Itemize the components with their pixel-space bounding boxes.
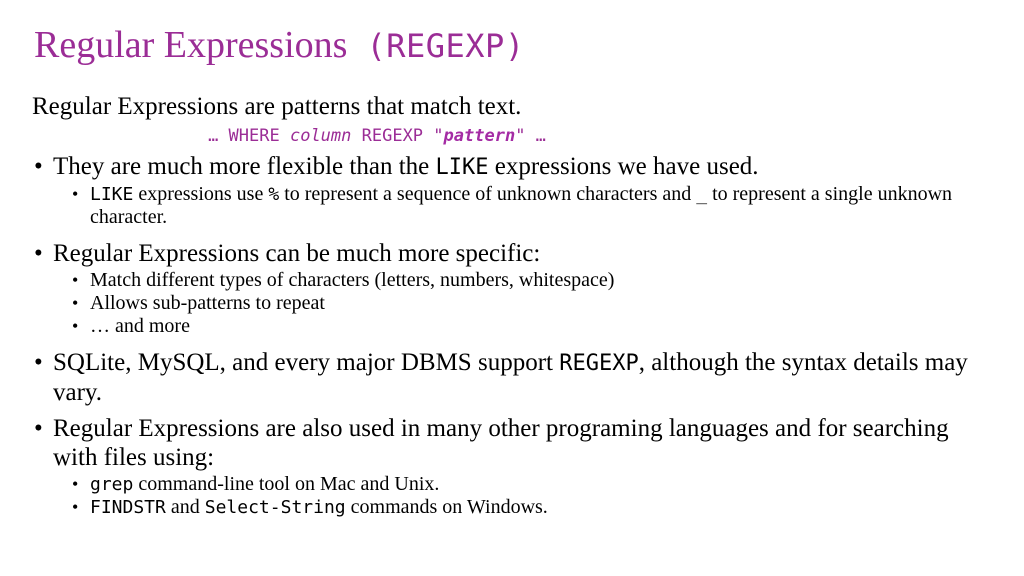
syntax-prefix: … WHERE [208,126,290,146]
sub-bullet-item: • Allows sub-patterns to repeat [26,292,998,315]
text-run: command-line tool on Mac and Unix. [133,473,440,495]
code-token: LIKE [90,184,134,205]
sub-bullet-marker-icon: • [72,316,79,336]
bullet-item: • SQLite, MySQL, and every major DBMS sup… [26,348,998,407]
text-run: to represent a sequence of unknown chara… [279,183,697,205]
sub-bullet-marker-icon: • [72,184,79,204]
sub-bullet-item: • LIKE expressions use % to represent a s… [26,183,998,229]
text-run: expressions use [133,183,269,205]
bullet-marker-icon: • [34,240,43,267]
text-run: Regular Expressions can be much more spe… [53,240,541,267]
slide-title: Regular Expressions (REGEXP) [34,22,994,69]
bullet-item: • Regular Expressions are also used in ma… [26,414,998,472]
slide-title-main: Regular Expressions [34,24,348,66]
sub-bullet-marker-icon: • [72,270,79,290]
sub-bullet-marker-icon: • [72,293,79,313]
sub-bullet-marker-icon: • [72,497,79,517]
sub-bullet-item: • grep command-line tool on Mac and Unix. [26,473,998,496]
text-run: SQLite, MySQL, and every major DBMS supp… [53,349,560,376]
text-run: Match different types of characters (let… [90,269,615,291]
code-token: Select-String [204,497,346,518]
slide: Regular Expressions (REGEXP) Regular Exp… [0,0,1024,576]
sql-syntax-example: … WHERE column REGEXP "pattern" … [26,124,998,148]
bullet-item: • Regular Expressions can be much more sp… [26,239,998,268]
code-token: REGEXP [559,351,639,376]
text-run: and [165,496,205,518]
text-run: They are much more flexible than the [53,153,436,180]
sub-bullet-item: • FINDSTR and Select-String commands on W… [26,496,998,519]
bullet-marker-icon: • [34,415,43,442]
lead-text: Regular Expressions are patterns that ma… [32,93,522,120]
syntax-quote-close: " [515,126,526,146]
text-run: … and more [90,315,190,337]
text-run: Allows sub-patterns to repeat [90,292,325,314]
bullet-list: • They are much more flexible than the LI… [26,152,998,519]
syntax-column-placeholder: column [289,126,352,146]
code-token: _ [696,184,708,205]
bullet-marker-icon: • [34,153,43,180]
slide-title-code: (REGEXP) [366,27,525,65]
text-run: Regular Expressions are also used in man… [53,415,949,471]
bullet-item: • They are much more flexible than the LI… [26,152,998,182]
text-run: commands on Windows. [345,496,548,518]
bullet-marker-icon: • [34,349,43,376]
sub-bullet-marker-icon: • [72,474,79,494]
code-token: FINDSTR [90,497,166,518]
slide-body: Regular Expressions are patterns that ma… [26,92,998,519]
syntax-keyword: REGEXP [351,126,434,146]
code-token: grep [90,474,134,495]
sub-bullet-item: • … and more [26,315,998,338]
text-run: expressions we have used. [488,153,759,180]
syntax-pattern-placeholder: pattern [443,126,516,146]
syntax-suffix: … [525,126,546,146]
sub-bullet-item: • Match different types of characters (le… [26,269,998,292]
syntax-quote-open: " [433,126,444,146]
code-token: % [268,184,280,205]
code-token: LIKE [435,155,489,180]
